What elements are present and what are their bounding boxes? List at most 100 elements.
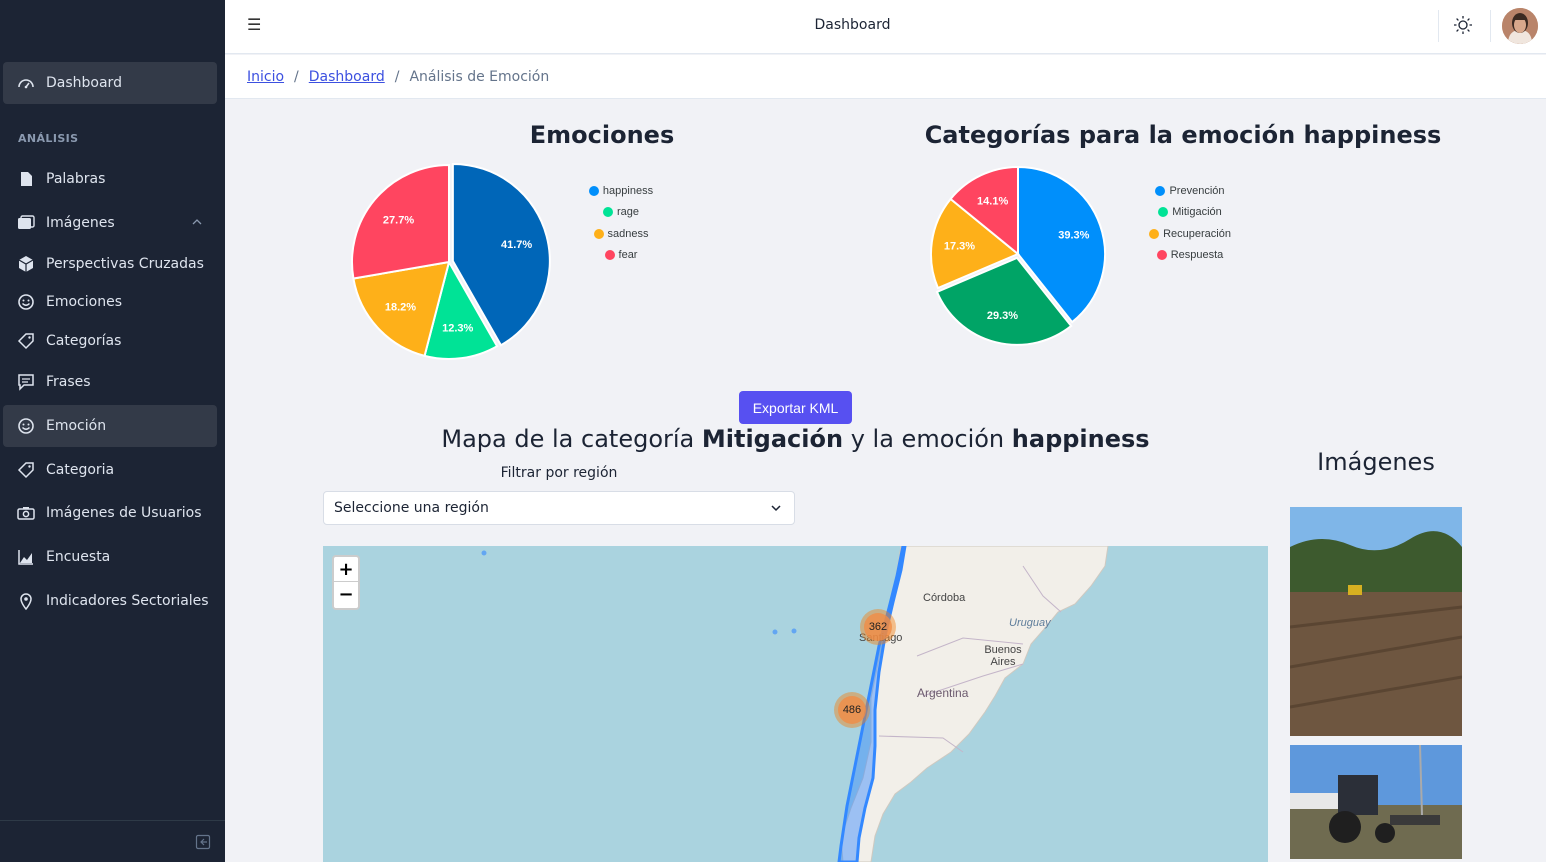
- pie-data-label: 17.3%: [944, 241, 975, 253]
- top-header: ☰ Dashboard: [225, 0, 1546, 54]
- images-icon: [17, 214, 35, 232]
- emotions-chart-title: Emociones: [529, 121, 675, 149]
- categories-chart-title: Categorías para la emoción happiness: [924, 121, 1442, 149]
- pie-data-label: 12.3%: [442, 322, 473, 334]
- sidebar-item-emociones[interactable]: Emociones: [3, 281, 217, 323]
- cluster-count: 486: [838, 696, 866, 724]
- legend-item[interactable]: Respuesta: [1140, 245, 1240, 267]
- sidebar-item-label: Emoción: [46, 418, 107, 434]
- legend-marker: [1149, 228, 1160, 239]
- sidebar-item-encuesta[interactable]: Encuesta: [3, 536, 217, 578]
- legend-marker: [602, 207, 613, 218]
- gallery-image[interactable]: [1290, 507, 1462, 736]
- map-title-emotion: happiness: [1011, 425, 1150, 453]
- chevron-up-icon: [191, 216, 203, 228]
- legend-label: Recuperación: [1163, 227, 1231, 240]
- export-kml-button[interactable]: Exportar KML: [739, 391, 852, 424]
- legend-item[interactable]: Recuperación: [1140, 223, 1240, 245]
- map-title: Mapa de la categoría Mitigación y la emo…: [323, 425, 1268, 453]
- sidebar-item-emocion[interactable]: Emoción: [3, 405, 217, 447]
- breadcrumb-separator: /: [294, 68, 299, 85]
- map-land: [481, 546, 1109, 862]
- sidebar-item-label: Frases: [46, 374, 91, 390]
- sidebar-item-categoria[interactable]: Categoria: [3, 449, 217, 491]
- sidebar-item-label: Dashboard: [46, 75, 122, 91]
- sidebar: Dashboard ANÁLISIS Palabras Imágenes Per…: [0, 0, 225, 862]
- region-select[interactable]: Seleccione una región: [323, 491, 795, 525]
- sidebar-item-frases[interactable]: Frases: [3, 361, 217, 403]
- legend-label: happiness: [602, 184, 654, 197]
- sidebar-item-imagenes[interactable]: Imágenes: [3, 202, 217, 244]
- legend-item[interactable]: happiness: [572, 180, 670, 202]
- legend-marker: [593, 228, 604, 239]
- breadcrumb-dashboard-link[interactable]: Dashboard: [309, 69, 385, 85]
- sidebar-item-label: Categorías: [46, 333, 122, 349]
- legend-item[interactable]: rage: [572, 202, 670, 224]
- cube-icon: [17, 255, 35, 273]
- divider: [1438, 10, 1439, 42]
- legend-label: fear: [618, 249, 638, 262]
- map-place-label: Uruguay: [1009, 617, 1051, 629]
- camera-icon: [17, 504, 35, 522]
- sidebar-item-label: Imágenes: [46, 215, 115, 231]
- avatar[interactable]: [1502, 8, 1538, 44]
- legend-label: sadness: [607, 227, 649, 240]
- map-view[interactable]: + − Córdoba Uruguay Buenos Aires Argenti…: [323, 546, 1268, 862]
- chevron-down-icon: [770, 502, 782, 514]
- legend-item[interactable]: Mitigación: [1140, 202, 1240, 224]
- legend-marker: [588, 185, 599, 196]
- cluster-count: 362: [864, 613, 892, 641]
- legend-item[interactable]: sadness: [572, 223, 670, 245]
- legend-label: rage: [616, 206, 640, 219]
- sidebar-item-label: Indicadores Sectoriales: [46, 593, 209, 609]
- breadcrumb-current: Análisis de Emoción: [409, 68, 550, 85]
- sidebar-item-label: Categoria: [46, 462, 115, 478]
- legend-item[interactable]: Prevención: [1140, 180, 1240, 202]
- gallery-image[interactable]: [1290, 745, 1462, 859]
- legend-marker: [1156, 250, 1167, 261]
- zoom-control: + −: [332, 555, 360, 610]
- legend-label: Prevención: [1169, 184, 1225, 197]
- sidebar-item-palabras[interactable]: Palabras: [3, 158, 217, 200]
- legend-marker: [1155, 185, 1166, 196]
- section-title: ANÁLISIS: [18, 132, 79, 145]
- images-title: Imágenes: [1317, 448, 1435, 476]
- emotions-legend: happiness rage sadness fear: [572, 180, 670, 266]
- tag-icon: [17, 461, 35, 479]
- legend-item[interactable]: fear: [572, 245, 670, 267]
- document-icon: [17, 170, 35, 188]
- pie-data-label: 14.1%: [977, 196, 1008, 208]
- pie-data-label: 27.7%: [383, 215, 414, 227]
- zoom-out-button[interactable]: −: [334, 582, 358, 607]
- sidebar-item-imagenes-usuarios[interactable]: Imágenes de Usuarios: [3, 492, 217, 534]
- sun-icon[interactable]: [1453, 15, 1473, 35]
- map-cluster-marker[interactable]: 486: [834, 692, 870, 728]
- zoom-in-button[interactable]: +: [334, 557, 358, 582]
- smile-icon: [17, 293, 35, 311]
- pie-data-label: 39.3%: [1058, 229, 1089, 241]
- legend-marker: [1158, 207, 1169, 218]
- map-pin-icon: [17, 592, 35, 610]
- sidebar-item-perspectivas[interactable]: Perspectivas Cruzadas: [3, 243, 217, 285]
- map-place-label: Buenos Aires: [984, 644, 1022, 668]
- sidebar-item-label: Perspectivas Cruzadas: [46, 256, 204, 272]
- sidebar-item-label: Imágenes de Usuarios: [46, 505, 202, 521]
- sidebar-footer: [0, 820, 225, 862]
- breadcrumb-home-link[interactable]: Inicio: [247, 69, 284, 85]
- tag-icon: [17, 332, 35, 350]
- sidebar-item-label: Encuesta: [46, 549, 111, 565]
- collapse-sidebar-icon[interactable]: [195, 834, 211, 850]
- map-cluster-marker[interactable]: 362: [860, 609, 896, 645]
- breadcrumb-separator: /: [394, 68, 400, 85]
- categories-pie-chart: 39.3% 29.3% 17.3% 14.1%: [930, 165, 1106, 346]
- pie-data-label: 18.2%: [385, 302, 416, 314]
- sidebar-item-indicadores[interactable]: Indicadores Sectoriales: [3, 580, 217, 622]
- page-title: Dashboard: [814, 17, 891, 33]
- gauge-icon: [17, 74, 35, 92]
- sidebar-item-dashboard[interactable]: Dashboard: [3, 62, 217, 104]
- map-title-middle: y la emoción: [843, 425, 1012, 453]
- legend-label: Mitigación: [1172, 206, 1222, 219]
- pie-data-label: 41.7%: [501, 239, 532, 251]
- sidebar-item-categorias[interactable]: Categorías: [3, 320, 217, 362]
- sidebar-item-label: Emociones: [46, 294, 122, 310]
